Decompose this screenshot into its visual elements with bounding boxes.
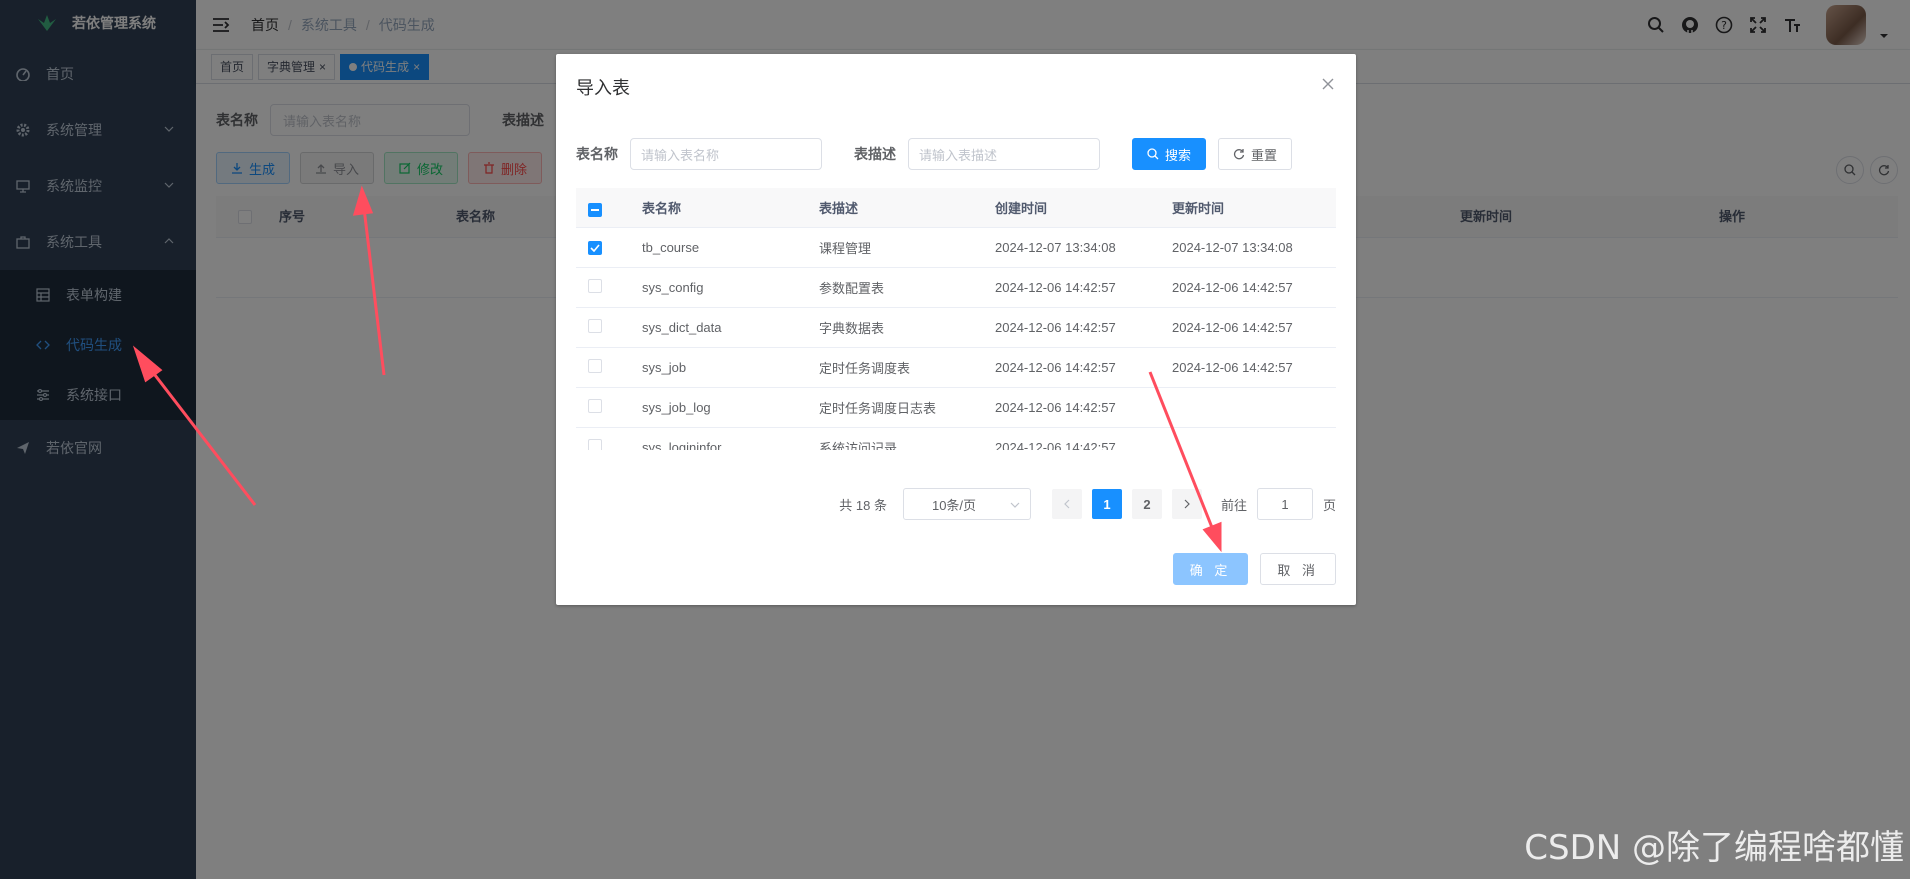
page-2[interactable]: 2 [1131, 489, 1162, 519]
column-header: 表描述 [819, 201, 859, 216]
cell-create-time: 2024-12-07 13:34:08 [995, 240, 1116, 255]
search-button[interactable]: 搜索 [1132, 138, 1207, 170]
cell-update-time: 2024-12-07 13:34:08 [1172, 240, 1293, 255]
cell-table-name: sys_job_log [642, 400, 711, 415]
button-label: 重置 [1251, 147, 1278, 163]
import-table-dialog: 导入表 表名称 请输入表名称 表描述 请输入表描述 搜索 重置 表名称 表描述 … [556, 54, 1356, 605]
table-row[interactable]: sys_logininfor 系统访问记录 2024-12-06 14:42:57 [576, 428, 1336, 450]
column-header: 表名称 [642, 201, 682, 216]
table-name-input[interactable]: 请输入表名称 [630, 138, 822, 170]
cell-update-time: 2024-12-06 14:42:57 [1172, 320, 1293, 335]
dialog-title: 导入表 [576, 78, 630, 98]
check-icon [590, 244, 600, 252]
pagination: 共 18 条 10条/页 1 2 前往 1 页 [839, 488, 1336, 520]
page-size-select[interactable]: 10条/页 [902, 488, 1031, 520]
cell-table-desc: 定时任务调度表 [819, 361, 911, 376]
chevron-right-icon [1184, 499, 1190, 509]
page-jumper: 前往 1 页 [1221, 488, 1336, 520]
dialog-footer: 确 定 取 消 [1172, 553, 1336, 585]
cell-create-time: 2024-12-06 14:42:57 [995, 280, 1116, 295]
table-header: 表名称 表描述 创建时间 更新时间 [576, 188, 1336, 228]
page-size-value: 10条/页 [931, 497, 977, 513]
goto-label: 前往 [1220, 497, 1247, 513]
prev-page-button[interactable] [1051, 489, 1082, 519]
table-row[interactable]: sys_job 定时任务调度表 2024-12-06 14:42:57 2024-12… [576, 348, 1336, 388]
row-checkbox[interactable] [588, 359, 602, 373]
button-label: 搜索 [1165, 147, 1192, 163]
table-row[interactable]: sys_job_log 定时任务调度日志表 2024-12-06 14:42:57 [576, 388, 1336, 428]
cell-table-desc: 课程管理 [819, 241, 872, 256]
cell-table-desc: 字典数据表 [819, 321, 885, 336]
watermark: CSDN @除了编程啥都懂 [1524, 828, 1904, 868]
row-checkbox[interactable] [588, 399, 602, 413]
total-count: 共 18 条 [839, 497, 887, 513]
cell-create-time: 2024-12-06 14:42:57 [995, 320, 1116, 335]
chevron-down-icon [1010, 502, 1020, 508]
cell-table-name: sys_dict_data [642, 320, 722, 335]
table-body: tb_course 课程管理 2024-12-07 13:34:08 2024-12-… [576, 228, 1336, 450]
goto-input[interactable]: 1 [1256, 488, 1313, 520]
column-header: 创建时间 [995, 201, 1048, 216]
cell-update-time: 2024-12-06 14:42:57 [1172, 360, 1293, 375]
next-page-button[interactable] [1171, 489, 1202, 519]
cancel-button[interactable]: 取 消 [1260, 553, 1336, 585]
cell-table-name: tb_course [642, 240, 700, 255]
cell-table-desc: 定时任务调度日志表 [819, 401, 937, 416]
cell-create-time: 2024-12-06 14:42:57 [995, 440, 1116, 450]
cell-table-name: sys_config [642, 280, 704, 295]
table-row[interactable]: sys_dict_data 字典数据表 2024-12-06 14:42:57 202… [576, 308, 1336, 348]
close-icon[interactable] [1320, 76, 1336, 92]
cell-create-time: 2024-12-06 14:42:57 [995, 400, 1116, 415]
cell-table-name: sys_logininfor [642, 440, 722, 450]
row-checkbox[interactable] [588, 439, 602, 450]
reset-button[interactable]: 重置 [1218, 138, 1293, 170]
cell-table-desc: 系统访问记录 [819, 441, 898, 450]
cell-update-time: 2024-12-06 14:42:57 [1172, 280, 1293, 295]
table-row[interactable]: tb_course 课程管理 2024-12-07 13:34:08 2024-12-… [576, 228, 1336, 268]
table-row[interactable]: sys_config 参数配置表 2024-12-06 14:42:57 2024-1… [576, 268, 1336, 308]
table-name-label: 表名称 [576, 146, 618, 162]
import-table: 表名称 表描述 创建时间 更新时间 tb_course 课程管理 2024-12-0… [576, 188, 1336, 450]
goto-suffix: 页 [1322, 497, 1336, 513]
refresh-icon [1233, 149, 1245, 160]
cell-table-name: sys_job [642, 360, 687, 375]
column-header: 更新时间 [1172, 201, 1225, 216]
row-checkbox[interactable] [588, 279, 602, 293]
confirm-button[interactable]: 确 定 [1172, 553, 1249, 585]
search-icon [1147, 148, 1159, 160]
cell-create-time: 2024-12-06 14:42:57 [995, 360, 1116, 375]
row-checkbox[interactable] [588, 319, 602, 333]
cell-table-desc: 参数配置表 [819, 281, 885, 296]
table-desc-input[interactable]: 请输入表描述 [908, 138, 1100, 170]
row-checkbox[interactable] [588, 241, 602, 255]
table-desc-label: 表描述 [854, 146, 896, 162]
select-all-checkbox[interactable] [588, 202, 602, 217]
page-1[interactable]: 1 [1091, 489, 1122, 519]
chevron-left-icon [1064, 499, 1070, 509]
dialog-query-form: 表名称 请输入表名称 表描述 请输入表描述 搜索 重置 [576, 138, 1293, 170]
